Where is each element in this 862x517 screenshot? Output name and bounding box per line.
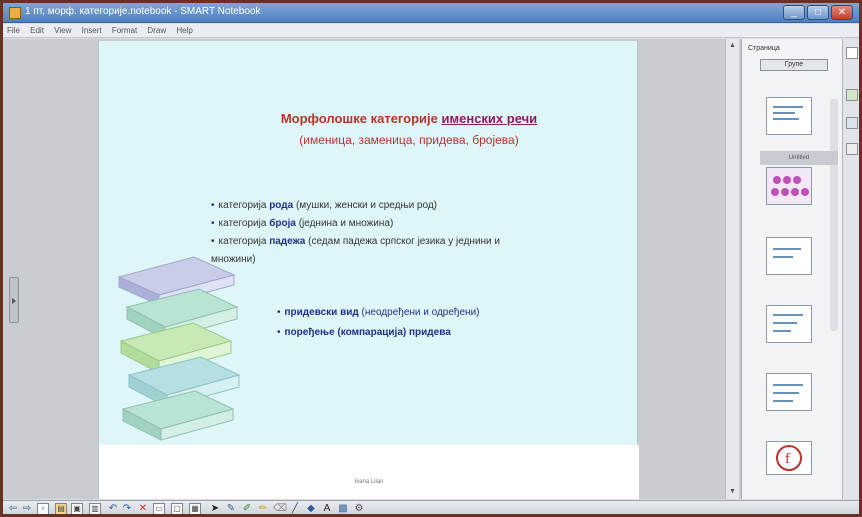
table-icon[interactable]: ▦ (189, 503, 201, 514)
bullet-case-continuation: множини) (211, 254, 256, 265)
page-thumbnail-6[interactable]: f (766, 441, 812, 475)
full-screen-icon[interactable]: ▢ (171, 503, 183, 514)
text-icon[interactable]: A (321, 503, 333, 514)
bullet-detail: (седам падежа српског језика у једнини и (305, 236, 501, 247)
creative-pen-icon[interactable]: ✐ (241, 503, 253, 514)
title-prefix: Морфолошке категорије (280, 111, 442, 126)
bullet-keyword: броја (269, 218, 296, 229)
selected-page-label: Untitled (760, 151, 838, 165)
select-icon[interactable]: ➤ (209, 503, 221, 514)
bullet-gender: • категорија рода (мушки, женски и средњи… (211, 200, 437, 211)
bullet-keyword: придевски вид (284, 307, 359, 318)
menu-format[interactable]: Format (108, 24, 141, 35)
highlighter-icon[interactable]: ✏ (257, 503, 269, 514)
menu-draw[interactable]: Draw (143, 24, 170, 35)
bullet-adjective-comparison: • поређење (компарација) придева (277, 327, 451, 338)
undo-icon[interactable]: ↶ (107, 503, 119, 514)
bullet-detail: (неодређени и одређени) (358, 307, 480, 318)
page-sorter-panel: Страница Групе Untitled f (741, 39, 859, 499)
open-icon[interactable]: ▤ (55, 503, 67, 514)
application-window: 1 пт, морф. категорије.notebook - SMART … (0, 0, 862, 517)
maximize-button[interactable]: □ (807, 5, 829, 20)
eraser-icon[interactable]: ⌫ (273, 503, 287, 514)
bullet-prefix: категорија (218, 218, 270, 229)
slide-footer-area (99, 445, 639, 499)
gallery-tab-icon[interactable] (846, 89, 858, 101)
redo-icon[interactable]: ↷ (121, 503, 133, 514)
properties-icon[interactable]: ⚙ (353, 503, 365, 514)
menu-view[interactable]: View (50, 24, 75, 35)
bullet-prefix: категорија (218, 236, 270, 247)
bullet-prefix: категорија (218, 200, 270, 211)
bullet-number: • категорија броја (једнина и множина) (211, 218, 394, 229)
save-icon[interactable]: ▣ (71, 503, 83, 514)
bullet-detail: (мушки, женски и средњи род) (293, 200, 437, 211)
menu-bar: File Edit View Insert Format Draw Help (3, 24, 859, 38)
bullet-keyword: падежа (269, 236, 306, 247)
panel-toggle-handle[interactable] (9, 277, 19, 323)
bullet-adjective-aspect: • придевски вид (неодређени и одређени) (277, 307, 480, 318)
fill-icon[interactable]: ▩ (337, 503, 349, 514)
menu-help[interactable]: Help (172, 24, 196, 35)
bullet-detail: (једнина и множина) (295, 218, 394, 229)
arrow-right-icon (12, 298, 16, 304)
scroll-up-icon[interactable]: ▲ (728, 41, 737, 50)
scroll-down-icon[interactable]: ▼ (728, 487, 737, 496)
title-bar: 1 пт, морф. категорије.notebook - SMART … (3, 3, 859, 23)
slide-title: Морфолошке категорије именских речи (179, 111, 639, 126)
menu-file[interactable]: File (3, 24, 24, 35)
page-thumbnail-5[interactable] (766, 373, 812, 411)
menu-insert[interactable]: Insert (78, 24, 106, 35)
window-title: 1 пт, морф. категорије.notebook - SMART … (25, 6, 261, 17)
paste-icon[interactable]: ▥ (89, 503, 101, 514)
forward-icon[interactable]: ⇨ (21, 503, 33, 514)
slide-footer: Ivana Lilan (354, 479, 384, 485)
shape-icon[interactable]: ◆ (305, 503, 317, 514)
bullet-keyword: рода (269, 200, 294, 211)
slide-page[interactable]: Морфолошке категорије именских речи (име… (98, 41, 639, 499)
groups-button[interactable]: Групе (760, 59, 828, 71)
app-icon (9, 7, 21, 19)
panel-scrollbar[interactable] (830, 99, 838, 331)
page-thumbnail-3[interactable] (766, 237, 812, 275)
balloons-icon (771, 176, 809, 196)
properties-tab-icon[interactable] (846, 143, 858, 155)
title-highlight: именских речи (441, 111, 538, 126)
side-tabs (842, 39, 859, 499)
pen-icon[interactable]: ✎ (225, 503, 237, 514)
letter-f-circle-icon: f (776, 445, 802, 471)
back-icon[interactable]: ⇦ (7, 503, 19, 514)
screen-shade-icon[interactable]: ▭ (153, 503, 165, 514)
close-button[interactable]: ✕ (831, 5, 853, 20)
delete-icon[interactable]: ✕ (137, 503, 149, 514)
blank-page-icon[interactable]: ▫ (37, 503, 49, 514)
panel-header: Страница (748, 45, 780, 52)
attachments-tab-icon[interactable] (846, 117, 858, 129)
line-icon[interactable]: ╱ (289, 503, 301, 514)
page-thumbnail-1[interactable] (766, 97, 812, 135)
page-sorter-tab-icon[interactable] (846, 47, 858, 59)
page-thumbnail-2[interactable] (766, 167, 812, 205)
menu-edit[interactable]: Edit (26, 24, 48, 35)
minimize-button[interactable]: _ (783, 5, 805, 20)
main-toolbar: ⇦ ⇨ ▫ ▤ ▣ ▥ ↶ ↷ ✕ ▭ ▢ ▦ ➤ ✎ ✐ ✏ ⌫ ╱ ◆ A … (3, 500, 859, 514)
bullet-keyword: поређење (компарација) придева (284, 327, 451, 338)
slide-subtitle: (именица, заменица, придева, бројева) (299, 133, 519, 147)
page-thumbnail-4[interactable] (766, 305, 812, 343)
vertical-scrollbar[interactable]: ▲ ▼ (725, 39, 739, 499)
book-stack-image (117, 256, 241, 441)
bullet-case: • категорија падежа (седам падежа српског… (211, 236, 501, 247)
